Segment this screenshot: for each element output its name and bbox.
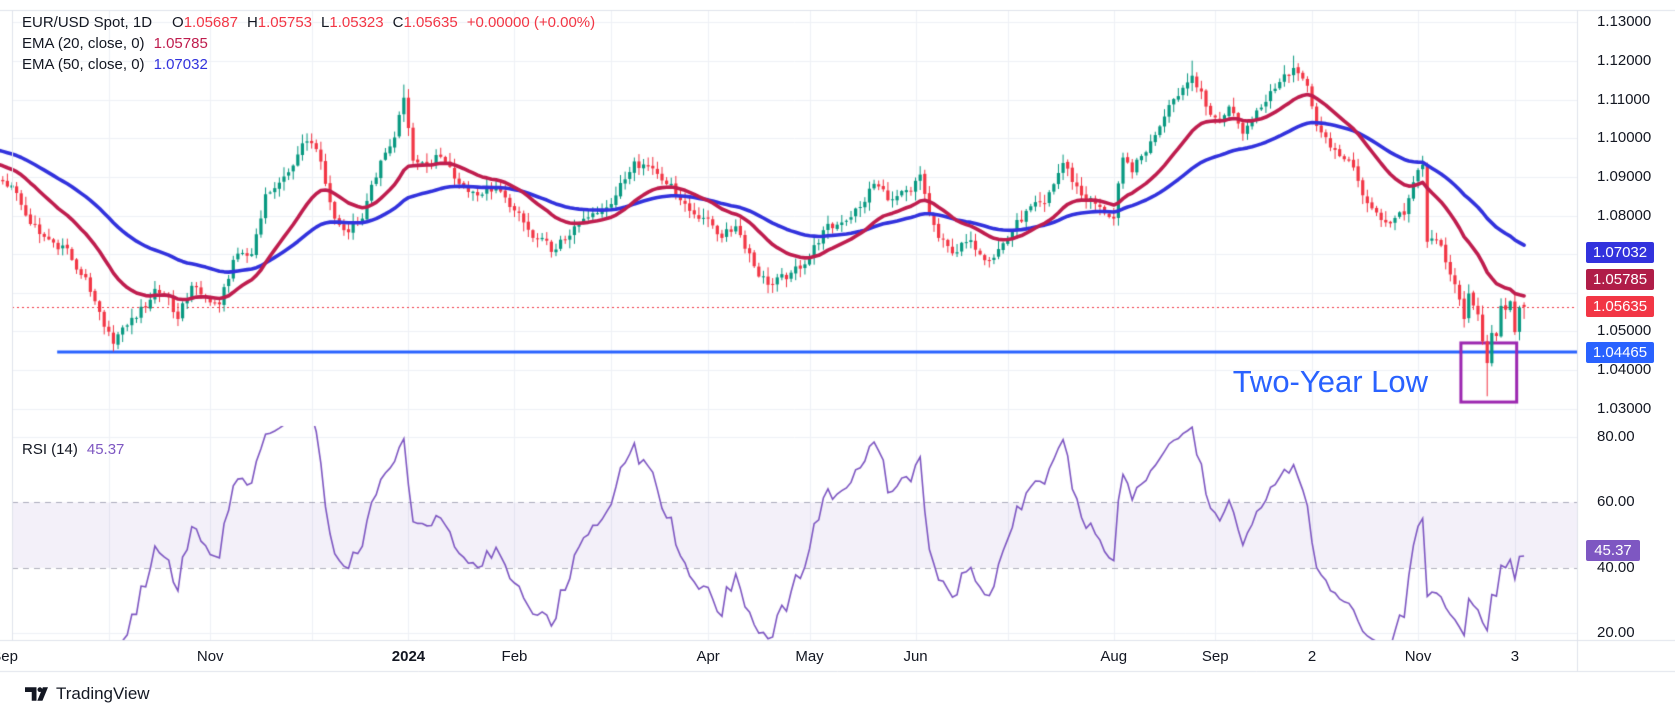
time-axis-label: 2 [1308, 648, 1316, 665]
rsi-legend-row[interactable]: RSI (14) 45.37 [22, 441, 124, 458]
time-axis-label: Feb [502, 648, 528, 665]
time-axis-label: 2024 [392, 648, 425, 665]
open-label: O1.05687 [172, 14, 238, 31]
price-axis-label: 1.13000 [1597, 13, 1651, 31]
support-price-badge: 1.04465 [1586, 342, 1654, 363]
tradingview-brand-text[interactable]: TradingView [56, 684, 150, 704]
ema50-price-badge: 1.07032 [1586, 242, 1654, 263]
rsi-axis-label: 60.00 [1597, 493, 1635, 511]
price-axis-label: 1.10000 [1597, 129, 1651, 147]
time-axis-label: Sep [0, 648, 18, 665]
rsi-label: RSI (14) [22, 441, 78, 458]
time-axis-label: Sep [1202, 648, 1229, 665]
tradingview-logo-icon[interactable] [25, 687, 48, 701]
time-axis-label: Jun [903, 648, 927, 665]
price-axis-label: 1.03000 [1597, 400, 1651, 418]
price-axis-label: 1.11000 [1597, 91, 1650, 109]
rsi-value: 45.37 [87, 441, 125, 458]
last-price-badge: 1.05635 [1586, 296, 1654, 317]
main-legend: EUR/USD Spot, 1D O1.05687 H1.05753 L1.05… [22, 14, 595, 77]
rsi-axis-label: 80.00 [1597, 428, 1635, 446]
rsi-axis-label: 20.00 [1597, 624, 1635, 642]
ema20-value: 1.05785 [154, 35, 208, 52]
price-axis-label: 1.05000 [1597, 322, 1651, 340]
time-axis-label: Nov [1405, 648, 1432, 665]
price-axis-label: 1.12000 [1597, 52, 1651, 70]
time-axis-label: Aug [1100, 648, 1127, 665]
ema50-legend-row[interactable]: EMA (50, close, 0) 1.07032 [22, 56, 595, 77]
rsi-axis-label: 40.00 [1597, 559, 1635, 577]
change-label: +0.00000 (+0.00%) [467, 14, 595, 31]
symbol-legend-row[interactable]: EUR/USD Spot, 1D O1.05687 H1.05753 L1.05… [22, 14, 595, 35]
time-axis-label: May [795, 648, 823, 665]
footer: TradingView [25, 684, 150, 704]
ema20-price-badge: 1.05785 [1586, 269, 1654, 290]
ema20-label: EMA (20, close, 0) [22, 35, 145, 52]
price-axis-label: 1.04000 [1597, 361, 1651, 379]
low-label: L1.05323 [321, 14, 384, 31]
ema50-value: 1.07032 [154, 56, 208, 73]
time-axis-label: Apr [696, 648, 719, 665]
high-label: H1.05753 [247, 14, 312, 31]
two-year-low-annotation[interactable]: Two-Year Low [1200, 364, 1428, 400]
ema20-legend-row[interactable]: EMA (20, close, 0) 1.05785 [22, 35, 595, 56]
time-axis-label: 3 [1511, 648, 1519, 665]
trading-chart-app: EUR/USD Spot, 1D O1.05687 H1.05753 L1.05… [0, 0, 1675, 718]
chart-canvas[interactable] [0, 0, 1675, 718]
price-axis-label: 1.09000 [1597, 168, 1651, 186]
rsi-value-badge: 45.37 [1586, 540, 1640, 561]
time-axis-label: Nov [197, 648, 224, 665]
close-label: C1.05635 [393, 14, 458, 31]
price-axis-label: 1.08000 [1597, 207, 1651, 225]
symbol-title: EUR/USD Spot, 1D [22, 14, 152, 31]
ema50-label: EMA (50, close, 0) [22, 56, 145, 73]
